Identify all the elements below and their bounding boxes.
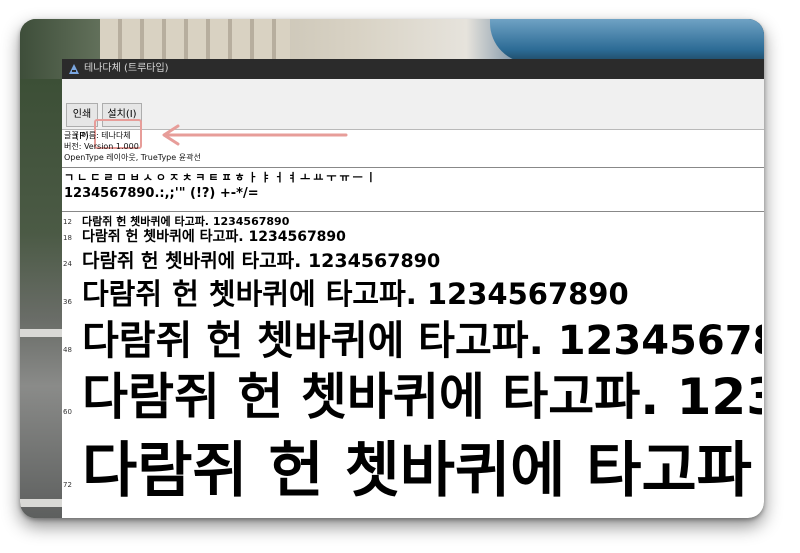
sample-text: 다람쥐 헌 쳇바퀴에 타고파. 123 xyxy=(82,368,762,426)
title-bar: 테나다체 (트루타입) xyxy=(62,59,764,79)
font-format-line: OpenType 레이아웃, TrueType 윤곽선 xyxy=(64,153,201,162)
font-version-line: 버전: Version 1.000 xyxy=(64,142,139,151)
font-info: 글꼴 이름: 테나다체 버전: Version 1.000 OpenType 레… xyxy=(62,130,764,167)
sample-text: 다람쥐 헌 쳇바퀴에 타고파. 1234567890 xyxy=(82,229,346,245)
divider xyxy=(62,211,764,212)
background-street xyxy=(20,79,62,518)
screenshot-card: 테나다체 (트루타입) 인쇄(P) 설치(I) 글꼴 이름: 테나다체 버전: … xyxy=(20,19,764,518)
charset-hangul: ㄱㄴㄷㄹㅁㅂㅅㅇㅈㅊㅋㅌㅍㅎㅏㅑㅓㅕㅗㅛㅜㅠㅡㅣ xyxy=(64,171,379,184)
sample-size-label: 12 xyxy=(63,218,72,226)
sample-size-label: 72 xyxy=(63,481,72,489)
sample-size-label: 18 xyxy=(63,234,72,242)
background-car xyxy=(490,19,764,63)
sample-size-label: 36 xyxy=(63,298,72,306)
lane-marking xyxy=(20,499,62,507)
charset-symbols: 1234567890.:,;'" (!?) +-*/= xyxy=(64,186,259,201)
font-name-line: 글꼴 이름: 테나다체 xyxy=(64,131,131,140)
sample-text: 다람쥐 헌 쳇바퀴에 타고파 xyxy=(82,436,752,506)
font-viewer-window: 테나다체 (트루타입) 인쇄(P) 설치(I) 글꼴 이름: 테나다체 버전: … xyxy=(62,59,764,518)
lane-marking xyxy=(20,329,62,337)
divider xyxy=(62,167,764,168)
font-app-icon xyxy=(69,64,79,74)
sample-text: 다람쥐 헌 쳇바퀴에 타고파. 1234567890 xyxy=(82,277,629,311)
window-title: 테나다체 (트루타입) xyxy=(84,63,169,74)
background-building xyxy=(100,19,290,59)
sample-size-label: 24 xyxy=(63,260,72,268)
sample-text: 다람쥐 헌 쳇바퀴에 타고파. 1234567890 xyxy=(82,250,441,272)
sample-size-label: 48 xyxy=(63,346,72,354)
sample-size-label: 60 xyxy=(63,408,72,416)
